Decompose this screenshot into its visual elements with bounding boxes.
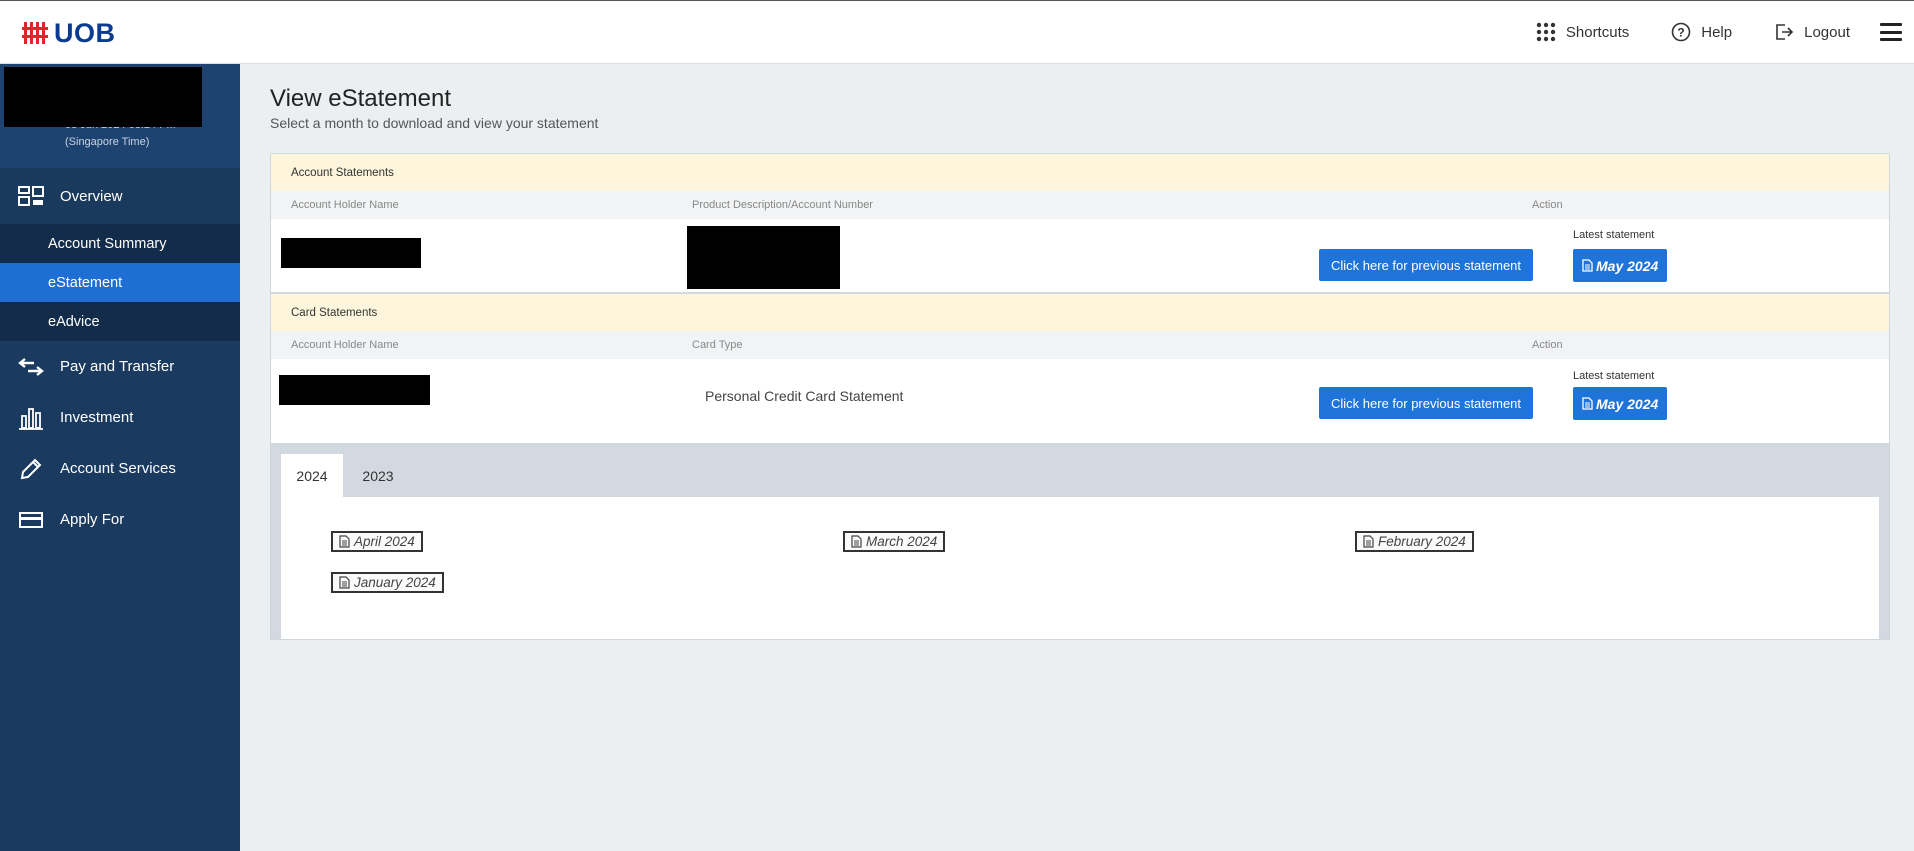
document-icon: [1582, 259, 1593, 272]
document-icon: [851, 535, 862, 548]
user-info: 03 Jun 2024 08:24 PM (Singapore Time): [0, 64, 240, 168]
sidebar-item-investment[interactable]: Investment: [0, 392, 240, 443]
tab-2023[interactable]: 2023: [345, 454, 411, 497]
shortcuts-label: Shortcuts: [1565, 23, 1630, 41]
dashboard-icon: [18, 184, 44, 208]
sidebar-item-account-services[interactable]: Account Services: [0, 443, 240, 494]
col-product-description: Product Description/Account Number: [692, 199, 873, 211]
latest-statement-label: Latest statement: [1573, 229, 1655, 241]
page-subtitle: Select a month to download and view your…: [270, 115, 599, 131]
latest-card-statement-month: May 2024: [1596, 395, 1659, 412]
help-label: Help: [1701, 23, 1733, 41]
col-account-holder: Account Holder Name: [291, 199, 399, 211]
latest-statement-button[interactable]: May 2024: [1573, 249, 1668, 282]
hamburger-menu-icon[interactable]: [1880, 23, 1902, 41]
month-link-march-2024[interactable]: March 2024: [843, 531, 946, 552]
overview-submenu: Account Summary eStatement eAdvice: [0, 224, 240, 341]
col-action: Action: [1532, 199, 1563, 211]
sidebar-item-label: Pay and Transfer: [60, 358, 175, 375]
help-button[interactable]: ? Help: [1671, 22, 1732, 42]
document-icon: [1582, 397, 1593, 410]
latest-card-statement-button[interactable]: May 2024: [1573, 387, 1668, 420]
sidebar-item-label: Investment: [60, 409, 134, 426]
month-label: April 2024: [354, 534, 415, 549]
account-statements-heading: Account Statements: [271, 154, 1889, 191]
pencil-icon: [18, 457, 44, 481]
card-statements-heading: Card Statements: [271, 294, 1889, 331]
sidebar-item-label: Account Services: [60, 460, 176, 477]
month-list-panel: April 2024 March 2024 February 2024 Janu…: [281, 497, 1879, 639]
month-link-april-2024[interactable]: April 2024: [331, 531, 423, 552]
card-type-value: Personal Credit Card Statement: [705, 388, 904, 404]
top-header: UOB Shortcuts ? Help Logout: [0, 0, 1914, 64]
sidebar-item-label: Overview: [60, 187, 123, 205]
logout-icon: [1776, 24, 1794, 40]
statements-panel: Account Statements Account Holder Name P…: [270, 153, 1890, 640]
sidebar-item-eadvice[interactable]: eAdvice: [0, 302, 240, 341]
month-link-january-2024[interactable]: January 2024: [331, 572, 444, 593]
tab-2024[interactable]: 2024: [281, 454, 343, 497]
document-icon: [339, 535, 350, 548]
latest-card-statement-label: Latest statement: [1573, 370, 1655, 382]
svg-text:?: ?: [1678, 26, 1685, 40]
previous-statement-button[interactable]: Click here for previous statement: [1319, 249, 1534, 281]
uob-logo[interactable]: UOB: [22, 17, 116, 49]
sidebar-item-account-summary[interactable]: Account Summary: [0, 224, 240, 263]
grid-icon: [1536, 22, 1556, 42]
year-tabs-area: 2024 2023 April 2024 March 2024 February…: [271, 443, 1889, 639]
month-label: January 2024: [354, 575, 436, 590]
latest-statement-month: May 2024: [1596, 257, 1659, 274]
col-account-holder: Account Holder Name: [291, 339, 399, 351]
sidebar-item-estatement[interactable]: eStatement: [0, 263, 240, 302]
sidebar-item-label: Apply For: [60, 511, 125, 528]
month-label: February 2024: [1378, 534, 1466, 549]
page-title: View eStatement: [270, 85, 451, 112]
document-icon: [339, 576, 350, 589]
shortcuts-button[interactable]: Shortcuts: [1536, 22, 1629, 42]
redacted-account-number: [687, 226, 840, 289]
sidebar-item-overview[interactable]: Overview: [0, 168, 240, 224]
top-nav: Shortcuts ? Help Logout: [1536, 1, 1914, 63]
redacted-holder-name: [281, 238, 421, 268]
month-label: March 2024: [866, 534, 938, 549]
logout-button[interactable]: Logout: [1774, 22, 1850, 42]
card-statement-row: Personal Credit Card Statement Click her…: [271, 359, 1889, 431]
uob-logo-icon: [22, 20, 48, 46]
credit-card-icon: [18, 508, 44, 532]
card-table-header: Account Holder Name Card Type Action: [271, 331, 1889, 359]
help-icon: ?: [1671, 22, 1691, 42]
account-table-header: Account Holder Name Product Description/…: [271, 191, 1889, 219]
transfer-arrows-icon: [18, 355, 44, 379]
month-link-february-2024[interactable]: February 2024: [1355, 531, 1474, 552]
document-icon: [1363, 535, 1374, 548]
logout-label: Logout: [1804, 23, 1850, 41]
logo-text: UOB: [54, 17, 116, 48]
sidebar: 03 Jun 2024 08:24 PM (Singapore Time) Ov…: [0, 64, 240, 851]
login-timezone: (Singapore Time): [65, 136, 150, 148]
col-card-type: Card Type: [692, 339, 743, 351]
col-action: Action: [1532, 339, 1563, 351]
bar-chart-icon: [18, 406, 44, 430]
sidebar-item-pay-and-transfer[interactable]: Pay and Transfer: [0, 341, 240, 392]
redacted-user-name: [4, 67, 202, 127]
account-statement-row: Click here for previous statement Latest…: [271, 219, 1889, 294]
redacted-card-holder-name: [279, 375, 430, 405]
previous-card-statement-button[interactable]: Click here for previous statement: [1319, 387, 1534, 419]
sidebar-item-apply-for[interactable]: Apply For: [0, 494, 240, 545]
